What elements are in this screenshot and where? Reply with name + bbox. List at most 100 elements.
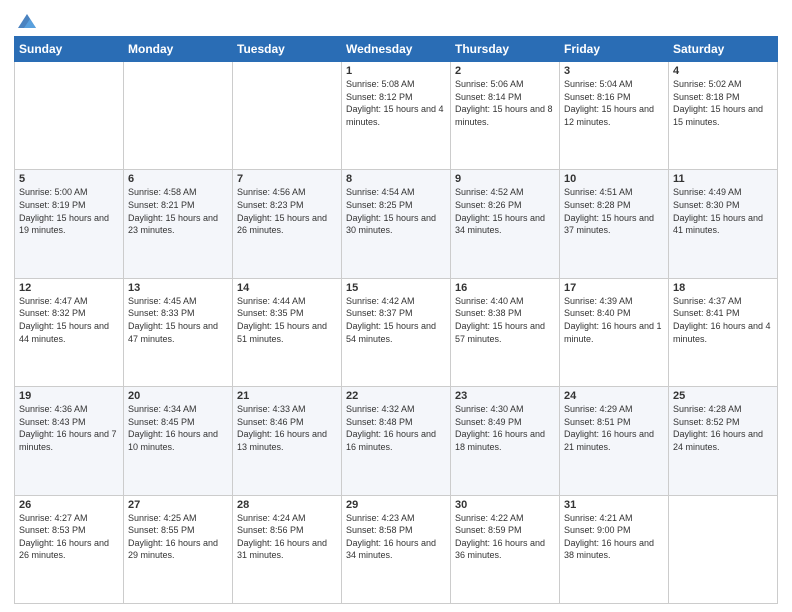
calendar-cell: 27Sunrise: 4:25 AM Sunset: 8:55 PM Dayli… xyxy=(124,495,233,603)
day-number: 29 xyxy=(346,499,446,511)
day-number: 5 xyxy=(19,173,119,185)
calendar-cell: 31Sunrise: 4:21 AM Sunset: 9:00 PM Dayli… xyxy=(560,495,669,603)
calendar-cell: 3Sunrise: 5:04 AM Sunset: 8:16 PM Daylig… xyxy=(560,62,669,170)
calendar-cell: 4Sunrise: 5:02 AM Sunset: 8:18 PM Daylig… xyxy=(669,62,778,170)
calendar-cell: 13Sunrise: 4:45 AM Sunset: 8:33 PM Dayli… xyxy=(124,278,233,386)
day-number: 27 xyxy=(128,499,228,511)
logo xyxy=(14,10,38,28)
day-info: Sunrise: 4:42 AM Sunset: 8:37 PM Dayligh… xyxy=(346,295,446,345)
day-info: Sunrise: 4:51 AM Sunset: 8:28 PM Dayligh… xyxy=(564,186,664,236)
weekday-header-saturday: Saturday xyxy=(669,37,778,62)
calendar-week-row-4: 19Sunrise: 4:36 AM Sunset: 8:43 PM Dayli… xyxy=(15,387,778,495)
day-number: 15 xyxy=(346,282,446,294)
calendar-cell: 20Sunrise: 4:34 AM Sunset: 8:45 PM Dayli… xyxy=(124,387,233,495)
day-info: Sunrise: 5:04 AM Sunset: 8:16 PM Dayligh… xyxy=(564,78,664,128)
calendar-cell: 24Sunrise: 4:29 AM Sunset: 8:51 PM Dayli… xyxy=(560,387,669,495)
day-number: 24 xyxy=(564,390,664,402)
calendar-table: SundayMondayTuesdayWednesdayThursdayFrid… xyxy=(14,36,778,604)
day-info: Sunrise: 4:30 AM Sunset: 8:49 PM Dayligh… xyxy=(455,403,555,453)
day-info: Sunrise: 4:52 AM Sunset: 8:26 PM Dayligh… xyxy=(455,186,555,236)
weekday-header-sunday: Sunday xyxy=(15,37,124,62)
day-info: Sunrise: 4:22 AM Sunset: 8:59 PM Dayligh… xyxy=(455,512,555,562)
day-info: Sunrise: 4:29 AM Sunset: 8:51 PM Dayligh… xyxy=(564,403,664,453)
calendar-cell: 23Sunrise: 4:30 AM Sunset: 8:49 PM Dayli… xyxy=(451,387,560,495)
day-number: 21 xyxy=(237,390,337,402)
calendar-cell: 5Sunrise: 5:00 AM Sunset: 8:19 PM Daylig… xyxy=(15,170,124,278)
day-info: Sunrise: 4:32 AM Sunset: 8:48 PM Dayligh… xyxy=(346,403,446,453)
day-info: Sunrise: 5:00 AM Sunset: 8:19 PM Dayligh… xyxy=(19,186,119,236)
day-info: Sunrise: 4:47 AM Sunset: 8:32 PM Dayligh… xyxy=(19,295,119,345)
day-number: 9 xyxy=(455,173,555,185)
day-number: 20 xyxy=(128,390,228,402)
calendar-cell: 14Sunrise: 4:44 AM Sunset: 8:35 PM Dayli… xyxy=(233,278,342,386)
day-info: Sunrise: 4:45 AM Sunset: 8:33 PM Dayligh… xyxy=(128,295,228,345)
day-info: Sunrise: 4:39 AM Sunset: 8:40 PM Dayligh… xyxy=(564,295,664,345)
day-number: 11 xyxy=(673,173,773,185)
header xyxy=(14,10,778,28)
day-number: 8 xyxy=(346,173,446,185)
day-number: 25 xyxy=(673,390,773,402)
calendar-cell: 12Sunrise: 4:47 AM Sunset: 8:32 PM Dayli… xyxy=(15,278,124,386)
calendar-cell: 22Sunrise: 4:32 AM Sunset: 8:48 PM Dayli… xyxy=(342,387,451,495)
day-info: Sunrise: 4:33 AM Sunset: 8:46 PM Dayligh… xyxy=(237,403,337,453)
day-info: Sunrise: 4:23 AM Sunset: 8:58 PM Dayligh… xyxy=(346,512,446,562)
day-info: Sunrise: 4:56 AM Sunset: 8:23 PM Dayligh… xyxy=(237,186,337,236)
day-info: Sunrise: 5:06 AM Sunset: 8:14 PM Dayligh… xyxy=(455,78,555,128)
calendar-header-row: SundayMondayTuesdayWednesdayThursdayFrid… xyxy=(15,37,778,62)
calendar-cell: 21Sunrise: 4:33 AM Sunset: 8:46 PM Dayli… xyxy=(233,387,342,495)
day-number: 6 xyxy=(128,173,228,185)
day-info: Sunrise: 4:28 AM Sunset: 8:52 PM Dayligh… xyxy=(673,403,773,453)
calendar-cell: 28Sunrise: 4:24 AM Sunset: 8:56 PM Dayli… xyxy=(233,495,342,603)
day-info: Sunrise: 4:27 AM Sunset: 8:53 PM Dayligh… xyxy=(19,512,119,562)
calendar-cell: 26Sunrise: 4:27 AM Sunset: 8:53 PM Dayli… xyxy=(15,495,124,603)
weekday-header-friday: Friday xyxy=(560,37,669,62)
day-info: Sunrise: 4:49 AM Sunset: 8:30 PM Dayligh… xyxy=(673,186,773,236)
day-info: Sunrise: 4:40 AM Sunset: 8:38 PM Dayligh… xyxy=(455,295,555,345)
day-number: 7 xyxy=(237,173,337,185)
day-number: 18 xyxy=(673,282,773,294)
day-number: 16 xyxy=(455,282,555,294)
day-number: 13 xyxy=(128,282,228,294)
calendar-cell: 18Sunrise: 4:37 AM Sunset: 8:41 PM Dayli… xyxy=(669,278,778,386)
weekday-header-thursday: Thursday xyxy=(451,37,560,62)
calendar-cell: 11Sunrise: 4:49 AM Sunset: 8:30 PM Dayli… xyxy=(669,170,778,278)
calendar-cell: 19Sunrise: 4:36 AM Sunset: 8:43 PM Dayli… xyxy=(15,387,124,495)
calendar-cell xyxy=(15,62,124,170)
calendar-cell xyxy=(669,495,778,603)
calendar-cell: 29Sunrise: 4:23 AM Sunset: 8:58 PM Dayli… xyxy=(342,495,451,603)
day-info: Sunrise: 4:34 AM Sunset: 8:45 PM Dayligh… xyxy=(128,403,228,453)
logo-icon xyxy=(16,10,38,32)
calendar-cell: 25Sunrise: 4:28 AM Sunset: 8:52 PM Dayli… xyxy=(669,387,778,495)
day-info: Sunrise: 4:37 AM Sunset: 8:41 PM Dayligh… xyxy=(673,295,773,345)
page: SundayMondayTuesdayWednesdayThursdayFrid… xyxy=(0,0,792,612)
day-number: 3 xyxy=(564,65,664,77)
calendar-cell: 7Sunrise: 4:56 AM Sunset: 8:23 PM Daylig… xyxy=(233,170,342,278)
day-info: Sunrise: 4:44 AM Sunset: 8:35 PM Dayligh… xyxy=(237,295,337,345)
day-number: 28 xyxy=(237,499,337,511)
calendar-cell: 1Sunrise: 5:08 AM Sunset: 8:12 PM Daylig… xyxy=(342,62,451,170)
calendar-cell: 6Sunrise: 4:58 AM Sunset: 8:21 PM Daylig… xyxy=(124,170,233,278)
calendar-cell: 16Sunrise: 4:40 AM Sunset: 8:38 PM Dayli… xyxy=(451,278,560,386)
day-number: 10 xyxy=(564,173,664,185)
calendar-cell xyxy=(233,62,342,170)
calendar-cell: 30Sunrise: 4:22 AM Sunset: 8:59 PM Dayli… xyxy=(451,495,560,603)
calendar-cell: 15Sunrise: 4:42 AM Sunset: 8:37 PM Dayli… xyxy=(342,278,451,386)
calendar-cell xyxy=(124,62,233,170)
day-info: Sunrise: 4:25 AM Sunset: 8:55 PM Dayligh… xyxy=(128,512,228,562)
day-number: 22 xyxy=(346,390,446,402)
day-number: 31 xyxy=(564,499,664,511)
day-number: 14 xyxy=(237,282,337,294)
calendar-week-row-3: 12Sunrise: 4:47 AM Sunset: 8:32 PM Dayli… xyxy=(15,278,778,386)
day-number: 19 xyxy=(19,390,119,402)
calendar-cell: 8Sunrise: 4:54 AM Sunset: 8:25 PM Daylig… xyxy=(342,170,451,278)
weekday-header-tuesday: Tuesday xyxy=(233,37,342,62)
day-info: Sunrise: 4:54 AM Sunset: 8:25 PM Dayligh… xyxy=(346,186,446,236)
weekday-header-monday: Monday xyxy=(124,37,233,62)
calendar-cell: 17Sunrise: 4:39 AM Sunset: 8:40 PM Dayli… xyxy=(560,278,669,386)
day-number: 17 xyxy=(564,282,664,294)
day-number: 26 xyxy=(19,499,119,511)
day-info: Sunrise: 5:02 AM Sunset: 8:18 PM Dayligh… xyxy=(673,78,773,128)
calendar-week-row-2: 5Sunrise: 5:00 AM Sunset: 8:19 PM Daylig… xyxy=(15,170,778,278)
day-info: Sunrise: 4:21 AM Sunset: 9:00 PM Dayligh… xyxy=(564,512,664,562)
day-number: 2 xyxy=(455,65,555,77)
